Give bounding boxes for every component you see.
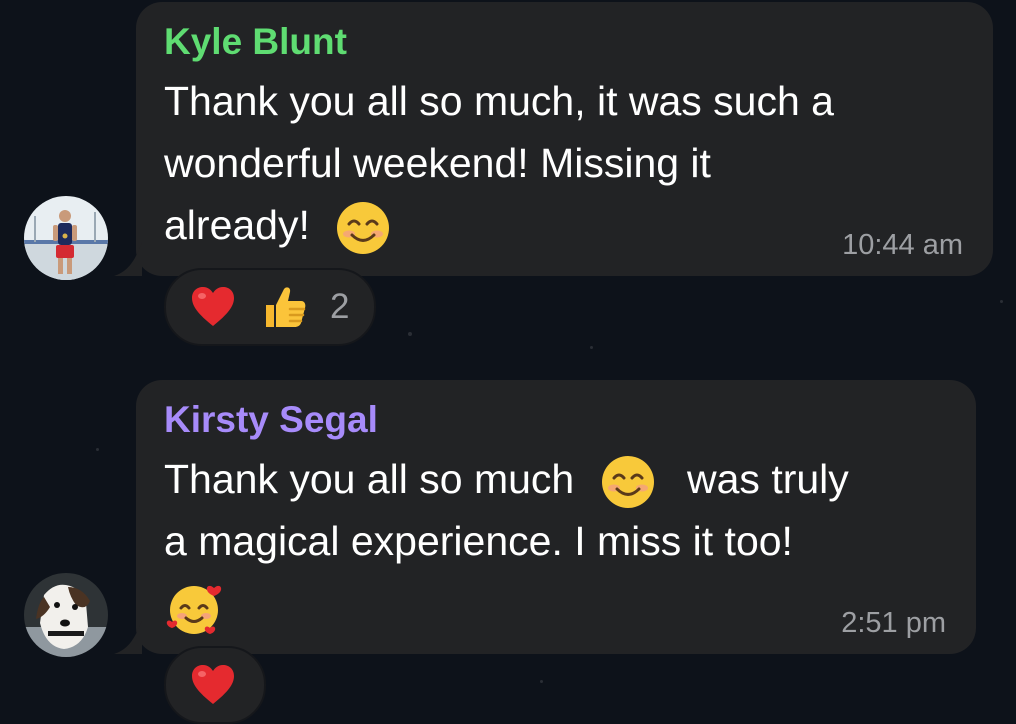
thumbs-up-reaction[interactable]	[260, 283, 308, 331]
reactions-bar[interactable]	[164, 646, 266, 724]
message-timestamp: 10:44 am	[842, 229, 963, 261]
message-timestamp: 2:51 pm	[841, 607, 946, 639]
avatar-kyle-blunt[interactable]	[24, 196, 108, 280]
message-text: was truly	[687, 456, 849, 502]
message-text-line-with-emoji: already!	[164, 200, 391, 256]
message-bubble-kyle[interactable]: Kyle Blunt Thank you all so much, it was…	[114, 2, 993, 276]
red-heart-reaction[interactable]	[190, 286, 236, 328]
background-speck	[408, 332, 412, 336]
background-speck	[96, 448, 99, 451]
message-bubble-kirsty[interactable]: Kirsty Segal Thank you all so much was t…	[114, 380, 976, 654]
background-speck	[1000, 300, 1003, 303]
background-speck	[540, 680, 543, 683]
message-text: already!	[164, 202, 310, 248]
message-text-line: a magical experience. I miss it too!	[164, 518, 793, 564]
smiling-face-with-hearts-emoji	[164, 578, 224, 638]
avatar-photo-athlete	[24, 196, 108, 280]
bubble-tail	[114, 242, 142, 276]
smiling-face-emoji	[600, 454, 656, 510]
sender-name[interactable]: Kyle Blunt	[164, 20, 347, 64]
bubble-tail	[114, 620, 142, 654]
reactions-bar[interactable]: 2	[164, 268, 376, 346]
message-emoji-line	[164, 578, 224, 638]
red-heart-reaction[interactable]	[190, 664, 236, 706]
reaction-count: 2	[330, 287, 350, 326]
background-speck	[590, 346, 593, 349]
smiling-face-emoji	[335, 200, 391, 256]
message-text: Thank you all so much	[164, 456, 575, 502]
message-text-line: wonderful weekend! Missing it	[164, 140, 711, 186]
message-text-line-with-emoji: Thank you all so much was truly	[164, 454, 849, 510]
avatar-kirsty-segal[interactable]	[24, 573, 108, 657]
avatar-photo-dog	[24, 573, 108, 657]
sender-name[interactable]: Kirsty Segal	[164, 398, 378, 442]
message-text-line: Thank you all so much, it was such a	[164, 78, 834, 124]
